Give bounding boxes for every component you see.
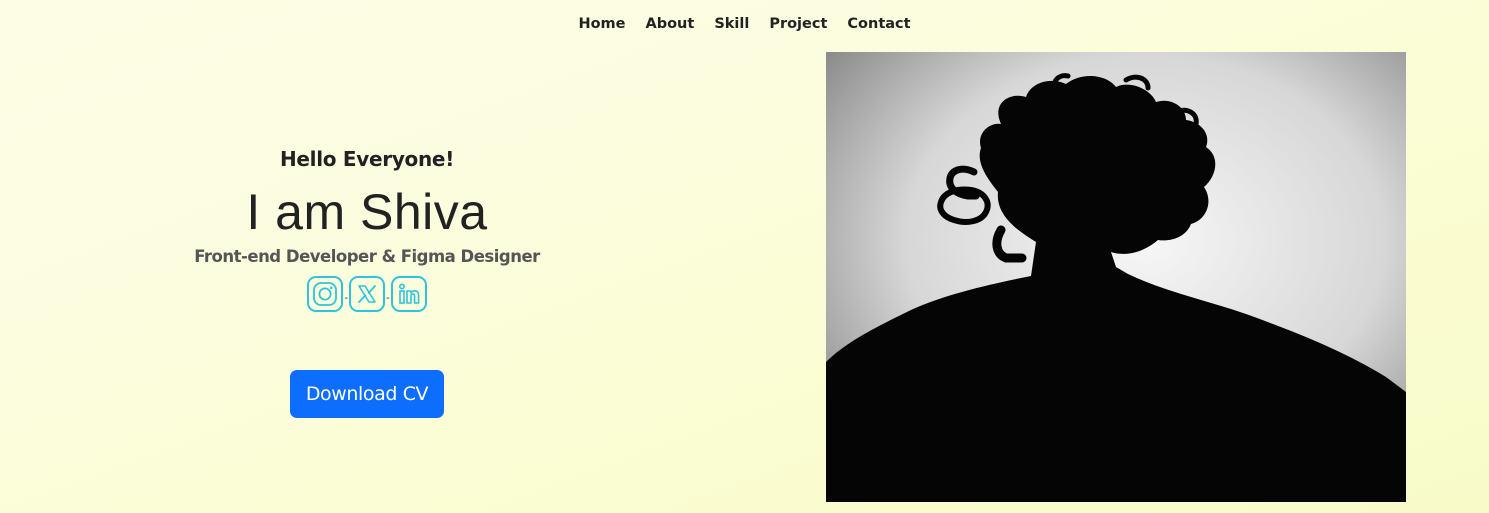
- download-cv-button[interactable]: Download CV: [290, 370, 444, 418]
- profile-photo: [826, 52, 1406, 502]
- role-text: Front-end Developer & Figma Designer: [194, 247, 540, 266]
- hero-intro: Hello Everyone! I am Shiva Front-end Dev…: [167, 142, 567, 313]
- page: Home About Skill Project Contact Hello E…: [0, 0, 1489, 513]
- nav-skill-link[interactable]: Skill: [714, 12, 749, 36]
- social-separator: -: [386, 292, 390, 304]
- nav-home-link[interactable]: Home: [578, 12, 625, 36]
- social-links: - -: [167, 275, 567, 313]
- x-twitter-icon[interactable]: [349, 276, 385, 312]
- nav-project-link[interactable]: Project: [769, 12, 827, 36]
- instagram-icon[interactable]: [307, 276, 344, 312]
- nav-about-link[interactable]: About: [645, 12, 694, 36]
- linkedin-icon[interactable]: [390, 276, 427, 312]
- greeting-text: Hello Everyone!: [279, 147, 455, 171]
- top-nav: Home About Skill Project Contact: [0, 12, 1489, 36]
- name-heading: I am Shiva: [246, 184, 488, 240]
- nav-contact-link[interactable]: Contact: [847, 12, 910, 36]
